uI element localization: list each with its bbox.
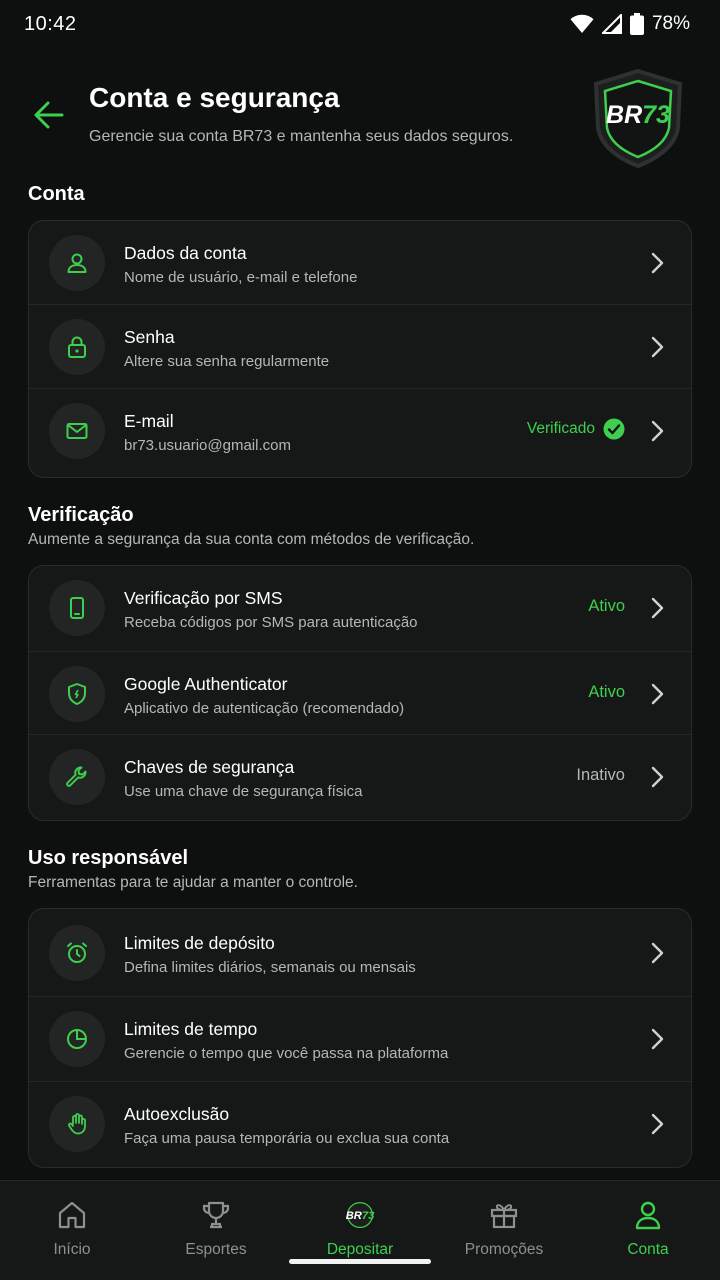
- battery-percent: 78%: [651, 13, 690, 34]
- row-icon-bg: [49, 235, 105, 291]
- section-subtitle-uso-responsavel: Ferramentas para te ajudar a manter o co…: [28, 874, 358, 891]
- svg-text:BR73: BR73: [346, 1210, 375, 1222]
- user-icon: [67, 253, 87, 273]
- status-icons: 78%: [570, 13, 690, 35]
- card-uso-responsavel: Limites de depósito Defina limites diári…: [28, 908, 692, 1168]
- section-title-uso-responsavel: Uso responsável: [28, 847, 189, 869]
- row-verificacao-sms[interactable]: Verificação por SMS Receba códigos por S…: [29, 566, 691, 652]
- page-subtitle: Gerencie sua conta BR73 e mantenha seus …: [89, 128, 514, 145]
- cell-signal-icon: [601, 14, 622, 34]
- chevron-right-icon: [651, 597, 664, 619]
- wrench-icon: [66, 766, 87, 787]
- home-indicator: [289, 1259, 431, 1264]
- row-senha[interactable]: Senha Altere sua senha regularmente: [29, 305, 691, 389]
- card-verificacao: Verificação por SMS Receba códigos por S…: [28, 565, 692, 821]
- row-icon-bg: [49, 319, 105, 375]
- row-title: Dados da conta: [124, 243, 247, 263]
- section-subtitle-verificacao: Aumente a segurança da sua conta com mét…: [28, 531, 475, 548]
- row-google-authenticator[interactable]: Google Authenticator Aplicativo de auten…: [29, 652, 691, 735]
- shield-icon: [68, 683, 86, 705]
- alarm-icon: [67, 942, 87, 963]
- section-title-verificacao: Verificação: [28, 504, 134, 526]
- logo-text: BR73: [606, 101, 670, 129]
- row-chaves-de-seguranca[interactable]: Chaves de segurança Use uma chave de seg…: [29, 735, 691, 820]
- row-subtitle: Defina limites diários, semanais ou mens…: [124, 959, 416, 976]
- row-limites-de-tempo[interactable]: Limites de tempo Gerencie o tempo que vo…: [29, 997, 691, 1082]
- row-icon-bg: [49, 580, 105, 636]
- wifi-icon: [570, 14, 594, 33]
- row-icon-bg: [49, 749, 105, 805]
- row-autoexclusao[interactable]: Autoexclusão Faça uma pausa temporária o…: [29, 1082, 691, 1167]
- trophy-icon: [202, 1201, 230, 1229]
- row-dados-da-conta[interactable]: Dados da conta Nome de usuário, e-mail e…: [29, 221, 691, 305]
- nav-item-conta[interactable]: Conta: [576, 1181, 720, 1280]
- chevron-right-icon: [651, 942, 664, 964]
- mail-icon: [66, 423, 88, 439]
- row-title: Chaves de segurança: [124, 757, 295, 777]
- chevron-right-icon: [651, 1028, 664, 1050]
- chevron-right-icon: [651, 420, 664, 442]
- row-subtitle: Altere sua senha regularmente: [124, 353, 330, 370]
- row-subtitle: Faça uma pausa temporária ou exclua sua …: [124, 1130, 450, 1147]
- nav-label: Promoções: [464, 1241, 544, 1258]
- row-icon-bg: [49, 1011, 105, 1067]
- row-icon-bg: [49, 403, 105, 459]
- chevron-right-icon: [651, 1113, 664, 1135]
- phone-icon: [70, 597, 84, 619]
- row-title: Limites de depósito: [124, 933, 275, 953]
- row-subtitle: Nome de usuário, e-mail e telefone: [124, 269, 358, 286]
- card-conta: Dados da conta Nome de usuário, e-mail e…: [28, 220, 692, 478]
- row-subtitle: Receba códigos por SMS para autenticação: [124, 614, 418, 631]
- chevron-right-icon: [651, 336, 664, 358]
- row-title: Senha: [124, 327, 175, 347]
- nav-label: Início: [53, 1241, 91, 1258]
- gift-icon: [490, 1204, 518, 1229]
- chevron-right-icon: [651, 252, 664, 274]
- nav-label: Depositar: [326, 1241, 394, 1258]
- row-title: E-mail: [124, 411, 174, 431]
- row-subtitle: br73.usuario@gmail.com: [124, 437, 291, 454]
- br73-logo-icon: BR73: [346, 1202, 375, 1228]
- status-active: Ativo: [588, 597, 625, 615]
- row-subtitle: Use uma chave de segurança física: [124, 783, 363, 800]
- nav-label: Esportes: [185, 1241, 247, 1258]
- row-icon-bg: [49, 925, 105, 981]
- row-subtitle: Aplicativo de autenticação (recomendado): [124, 700, 405, 717]
- back-arrow-icon[interactable]: [32, 98, 66, 132]
- pie-chart-icon: [67, 1029, 87, 1049]
- row-icon-bg: [49, 666, 105, 722]
- bottom-nav: Início Esportes BR73 Depositar Promoções…: [0, 1180, 720, 1280]
- status-time: 10:42: [24, 12, 77, 35]
- row-limites-de-deposito[interactable]: Limites de depósito Defina limites diári…: [29, 909, 691, 997]
- nav-item-esportes[interactable]: Esportes: [144, 1181, 288, 1280]
- row-title: Limites de tempo: [124, 1019, 258, 1039]
- account-icon: [635, 1201, 661, 1230]
- lock-icon: [68, 336, 86, 358]
- nav-label: Conta: [627, 1241, 669, 1258]
- chevron-right-icon: [651, 766, 664, 788]
- hand-icon: [68, 1113, 86, 1135]
- nav-item-depositar[interactable]: BR73 Depositar: [288, 1181, 432, 1280]
- home-icon: [58, 1201, 86, 1229]
- section-title-conta: Conta: [28, 183, 85, 205]
- chevron-right-icon: [651, 683, 664, 705]
- br73-shield-logo: BR73: [593, 68, 683, 168]
- status-bar: 10:42 78%: [0, 0, 720, 48]
- check-circle-icon: [603, 418, 625, 440]
- row-title: Autoexclusão: [124, 1104, 230, 1124]
- nav-item-inicio[interactable]: Início: [0, 1181, 144, 1280]
- status-active: Ativo: [588, 683, 625, 701]
- row-subtitle: Gerencie o tempo que você passa na plata…: [124, 1045, 449, 1062]
- row-email[interactable]: E-mail br73.usuario@gmail.com Verificado: [29, 389, 691, 473]
- verified-badge: Verificado: [527, 418, 625, 440]
- verified-text: Verificado: [526, 420, 595, 437]
- row-title: Verificação por SMS: [124, 588, 283, 608]
- nav-item-promocoes[interactable]: Promoções: [432, 1181, 576, 1280]
- page-header: Conta e segurança Gerencie sua conta BR7…: [0, 68, 720, 178]
- status-inactive: Inativo: [576, 766, 625, 784]
- row-title: Google Authenticator: [124, 674, 288, 694]
- row-icon-bg: [49, 1096, 105, 1152]
- battery-icon: [629, 13, 644, 35]
- page-title: Conta e segurança: [89, 82, 340, 113]
